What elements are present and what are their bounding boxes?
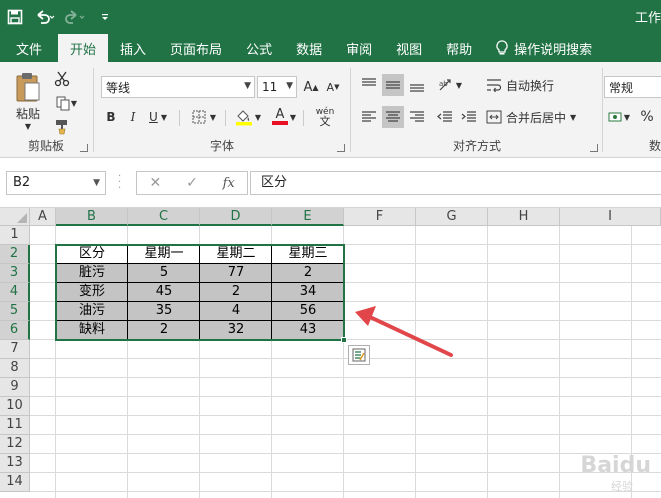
arrow-shaft [370,316,453,357]
watermark-text: 经验 [611,480,633,493]
arrow-head [355,306,376,326]
watermark-logo: Baidu [580,453,651,478]
annotation-arrow [355,306,453,357]
